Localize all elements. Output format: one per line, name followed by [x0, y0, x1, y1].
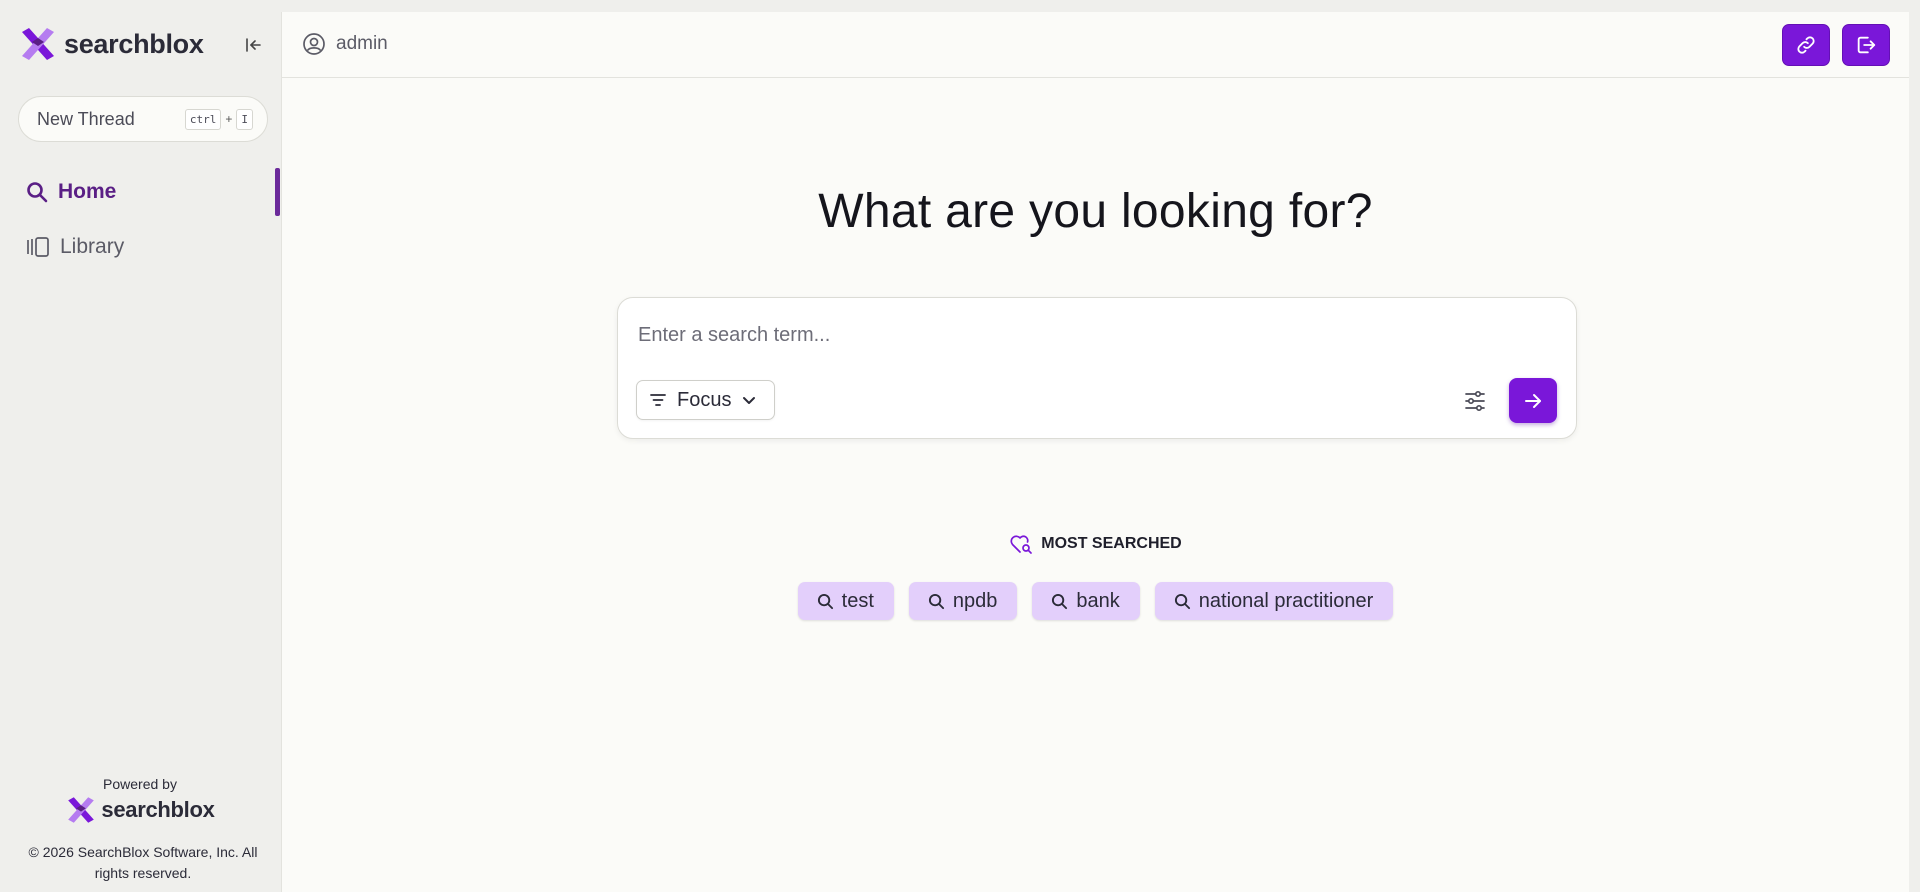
chip-label: npdb: [952, 589, 998, 612]
powered-by-brand: searchblox: [101, 797, 215, 822]
search-chip-bank[interactable]: bank: [1032, 582, 1140, 620]
collapse-sidebar-button[interactable]: [240, 32, 266, 58]
user-avatar-icon: [303, 33, 325, 55]
search-icon: [817, 593, 833, 609]
search-chip-test[interactable]: test: [797, 582, 894, 620]
keyboard-shortcut: ctrl + I: [184, 108, 253, 130]
copyright-text: © 2026 SearchBlox Software, Inc. All rig…: [28, 844, 258, 881]
library-icon: [27, 237, 49, 257]
powered-by-label: Powered by: [103, 776, 177, 792]
shortcut-key-ctrl: ctrl: [184, 108, 222, 130]
search-icon: [27, 182, 48, 203]
search-box: Focus: [617, 297, 1577, 439]
focus-label: Focus: [677, 388, 732, 411]
search-chip-npdb[interactable]: npdb: [908, 582, 1018, 620]
chip-label: bank: [1076, 589, 1120, 612]
shortcut-key-i: I: [236, 108, 253, 130]
searchblox-logo-icon: [68, 797, 95, 823]
brand-name: searchblox: [64, 28, 204, 59]
search-icon: [1052, 593, 1068, 609]
most-searched-title: MOST SEARCHED: [1041, 535, 1182, 552]
search-icon: [928, 593, 944, 609]
username: admin: [336, 33, 388, 54]
search-settings-button[interactable]: [1460, 386, 1490, 416]
sidebar: searchblox New Thread ctrl + I Home Libr…: [0, 0, 280, 892]
sidebar-item-label: Home: [58, 180, 117, 203]
chip-label: national practitioner: [1198, 589, 1374, 612]
sidebar-item-home[interactable]: Home: [0, 166, 280, 218]
search-chip-national-practitioner[interactable]: national practitioner: [1154, 582, 1394, 620]
submit-search-button[interactable]: [1509, 378, 1557, 423]
new-thread-button[interactable]: New Thread ctrl + I: [18, 96, 268, 142]
sidebar-item-label: Library: [60, 235, 125, 258]
powered-by-logo[interactable]: searchblox: [0, 794, 280, 826]
powered-by: Powered by searchblox: [0, 776, 280, 826]
most-searched-chips: test npdb bank national practitioner: [282, 582, 1909, 620]
most-searched-header: MOST SEARCHED: [282, 533, 1909, 555]
chip-label: test: [841, 589, 874, 612]
arrow-right-icon: [1525, 393, 1541, 408]
page-title: What are you looking for?: [818, 185, 1373, 238]
search-input[interactable]: [638, 316, 1538, 354]
shortcut-plus: +: [225, 112, 233, 126]
main-panel: admin What are you looking for? F: [281, 12, 1909, 892]
chevron-down-icon: [743, 397, 756, 404]
focus-dropdown[interactable]: Focus: [636, 380, 775, 420]
heart-search-icon: [1010, 535, 1033, 554]
search-icon: [1174, 593, 1190, 609]
sliders-icon: [1465, 390, 1485, 412]
logout-icon: [1857, 36, 1876, 54]
searchblox-logo-icon: [22, 28, 54, 60]
logout-button[interactable]: [1842, 24, 1890, 66]
sidebar-item-library[interactable]: Library: [0, 221, 280, 273]
user-menu[interactable]: admin: [302, 32, 388, 56]
top-bar: admin: [282, 12, 1909, 78]
new-thread-label: New Thread: [37, 108, 135, 129]
collapse-left-icon: [246, 38, 261, 52]
brand-logo[interactable]: searchblox: [18, 24, 204, 64]
link-icon: [1797, 36, 1815, 54]
sidebar-nav: Home Library: [0, 166, 280, 276]
share-link-button[interactable]: [1782, 24, 1830, 66]
filter-icon: [650, 394, 666, 406]
